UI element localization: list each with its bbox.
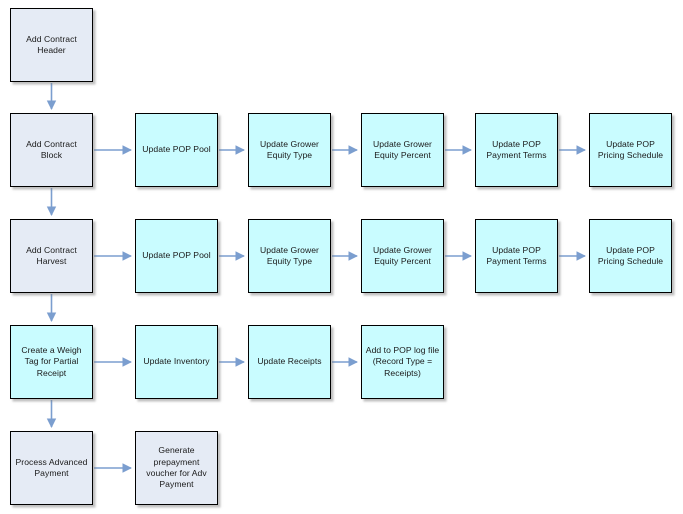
flow-node[interactable]: Update Receipts — [248, 325, 331, 399]
flow-node[interactable]: Update POP Pool — [135, 113, 218, 187]
flow-node[interactable]: Update Grower Equity Percent — [361, 113, 444, 187]
flow-node-label: Update POP Pricing Schedule — [597, 138, 664, 160]
flow-node[interactable]: Update Grower Equity Type — [248, 219, 331, 293]
flow-node[interactable]: Update Grower Equity Type — [248, 113, 331, 187]
flow-node-label: Update Inventory — [143, 356, 210, 367]
flow-node-label: Update Grower Equity Percent — [373, 244, 432, 266]
flow-node[interactable]: Update Inventory — [135, 325, 218, 399]
flow-node-label: Update POP Pool — [142, 144, 211, 155]
flow-node-label: Update Grower Equity Percent — [373, 138, 432, 160]
flow-node[interactable]: Update POP Payment Terms — [475, 219, 558, 293]
flow-node[interactable]: Add Contract Header — [10, 8, 93, 82]
edge-layer — [46, 83, 586, 473]
flow-node[interactable]: Add to POP log file (Record Type = Recei… — [361, 325, 444, 399]
flow-node-label: Update POP Payment Terms — [486, 138, 547, 160]
flow-node-label: Update Receipts — [257, 356, 322, 367]
flow-node[interactable]: Add Contract Harvest — [10, 219, 93, 293]
flow-node-label: Create a Weigh Tag for Partial Receipt — [21, 344, 82, 378]
flow-node[interactable]: Create a Weigh Tag for Partial Receipt — [10, 325, 93, 399]
flow-node[interactable]: Update POP Pricing Schedule — [589, 113, 672, 187]
flow-node[interactable]: Update Grower Equity Percent — [361, 219, 444, 293]
flow-node-label: Update Grower Equity Type — [260, 138, 319, 160]
flow-node-label: Update POP Payment Terms — [486, 244, 547, 266]
flow-node-label: Generate prepayment voucher for Adv Paym… — [146, 445, 207, 490]
flow-node-label: Update POP Pool — [142, 250, 211, 261]
flow-node[interactable]: Process Advanced Payment — [10, 431, 93, 505]
flow-node-label: Update Grower Equity Type — [260, 244, 319, 266]
flow-node[interactable]: Update POP Payment Terms — [475, 113, 558, 187]
flow-node-label: Add to POP log file (Record Type = Recei… — [365, 344, 440, 378]
flow-node[interactable]: Update POP Pricing Schedule — [589, 219, 672, 293]
flow-node-label: Add Contract Header — [26, 33, 77, 55]
flow-node[interactable]: Generate prepayment voucher for Adv Paym… — [135, 431, 218, 505]
flow-node[interactable]: Add Contract Block — [10, 113, 93, 187]
flow-node-label: Update POP Pricing Schedule — [597, 244, 664, 266]
flow-node-label: Add Contract Harvest — [26, 244, 77, 266]
flow-node-label: Process Advanced Payment — [15, 456, 88, 478]
flow-node-label: Add Contract Block — [26, 138, 77, 160]
flowchart-canvas: Add Contract Header Add Contract Block Upd… — [0, 0, 683, 514]
flow-node[interactable]: Update POP Pool — [135, 219, 218, 293]
